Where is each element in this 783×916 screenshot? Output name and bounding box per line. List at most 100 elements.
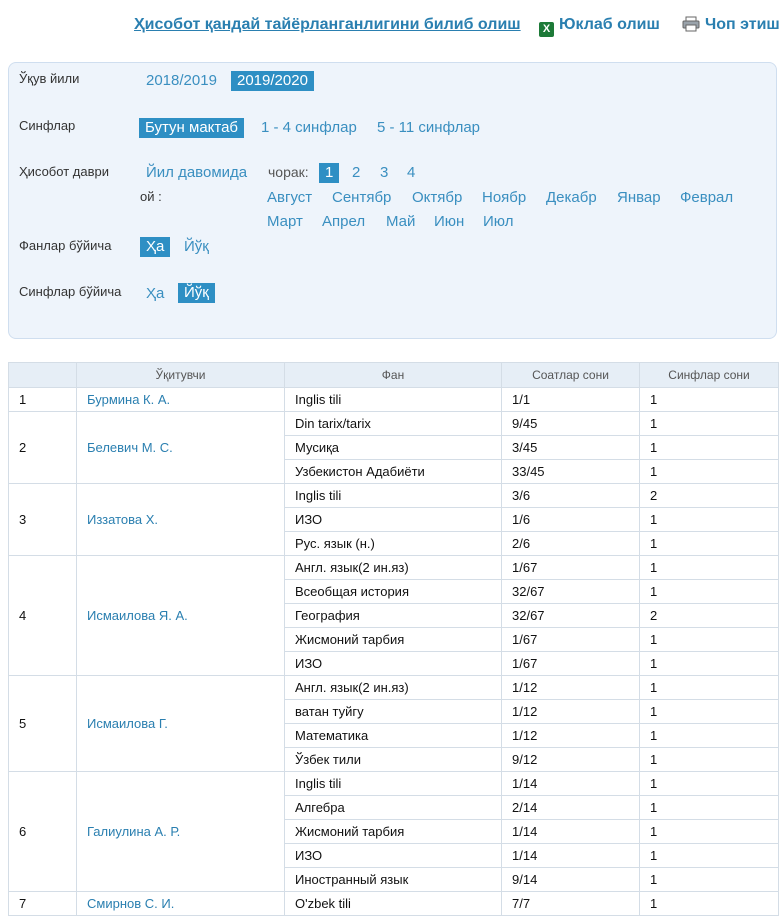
- classes-label: Синфлар: [19, 118, 76, 133]
- hours-cell: 1/6: [501, 507, 640, 532]
- hours-cell: 3/45: [501, 435, 640, 460]
- by-subject-no[interactable]: Йўқ: [184, 238, 209, 256]
- by-subject-yes-selected[interactable]: Ҳа: [140, 237, 171, 257]
- subject-cell: Ўзбек тили: [284, 747, 502, 772]
- row-number: 1: [8, 387, 77, 412]
- period-all-year[interactable]: Йил давомида: [146, 164, 247, 182]
- subject-cell: Din tarix/tarix: [284, 411, 502, 436]
- month-august[interactable]: Август: [267, 189, 312, 207]
- month-january[interactable]: Январ: [617, 189, 661, 207]
- quarter-3[interactable]: 3: [380, 164, 388, 182]
- month-february[interactable]: Феврал: [680, 189, 733, 207]
- classes-count-cell: 1: [639, 651, 779, 676]
- classes-option-5-11[interactable]: 5 - 11 синфлар: [377, 119, 480, 137]
- teacher-name-link[interactable]: Белевич М. С.: [76, 411, 285, 484]
- excel-icon: X: [539, 22, 554, 37]
- month-may[interactable]: Май: [386, 213, 415, 231]
- teacher-name-link[interactable]: Иззатова Х.: [76, 483, 285, 556]
- year-option-2018[interactable]: 2018/2019: [146, 72, 217, 90]
- subject-cell: ИЗО: [284, 843, 502, 868]
- hours-cell: 7/7: [501, 891, 640, 916]
- classes-option-1-4[interactable]: 1 - 4 синфлар: [261, 119, 357, 137]
- row-number: 3: [8, 483, 77, 556]
- by-class-yes[interactable]: Ҳа: [146, 285, 164, 303]
- classes-count-cell: 1: [639, 459, 779, 484]
- subject-cell: Иностранный язык: [284, 867, 502, 892]
- table-row: 7 Смирнов С. И. O'zbek tili 7/7 1: [8, 891, 779, 916]
- subject-cell: Inglis tili: [284, 387, 502, 412]
- classes-count-cell: 1: [639, 579, 779, 604]
- hours-cell: 1/12: [501, 699, 640, 724]
- classes-count-cell: 1: [639, 507, 779, 532]
- quarter-4[interactable]: 4: [407, 164, 415, 182]
- hours-cell: 1/67: [501, 627, 640, 652]
- row-number: 2: [8, 411, 77, 484]
- period-label: Ҳисобот даври: [19, 164, 109, 179]
- subject-cell: ИЗО: [284, 507, 502, 532]
- month-july[interactable]: Июл: [483, 213, 513, 231]
- month-september[interactable]: Сентябр: [332, 189, 391, 207]
- classes-count-cell: 1: [639, 843, 779, 868]
- month-march[interactable]: Март: [267, 213, 303, 231]
- classes-count-cell: 1: [639, 699, 779, 724]
- table-row: 6 Галиулина А. Р. Inglis tili 1/14 1: [8, 771, 779, 892]
- teacher-name-link[interactable]: Бурмина К. А.: [76, 387, 285, 412]
- subject-cell: Алгебра: [284, 795, 502, 820]
- col-header-teacher: Ўқитувчи: [76, 362, 285, 388]
- hours-cell: 2/14: [501, 795, 640, 820]
- year-label: Ўқув йили: [19, 71, 80, 86]
- teacher-name-link[interactable]: Галиулина А. Р.: [76, 771, 285, 892]
- month-label: ой :: [140, 189, 162, 204]
- month-december[interactable]: Декабр: [546, 189, 597, 207]
- hours-cell: 1/14: [501, 771, 640, 796]
- subject-cell: ИЗО: [284, 651, 502, 676]
- classes-count-cell: 1: [639, 891, 779, 916]
- printer-icon: [682, 16, 700, 32]
- table-row: 3 Иззатова Х. Inglis tili 3/6 2: [8, 483, 779, 556]
- col-header-classes: Синфлар сони: [639, 362, 779, 388]
- classes-count-cell: 1: [639, 723, 779, 748]
- subject-cell: Математика: [284, 723, 502, 748]
- row-number: 7: [8, 891, 77, 916]
- subject-cell: Мусиқа: [284, 435, 502, 460]
- teacher-name-link[interactable]: Смирнов С. И.: [76, 891, 285, 916]
- table-row: 1 Бурмина К. А. Inglis tili 1/1 1: [8, 387, 779, 412]
- print-link[interactable]: Чоп этиш: [682, 16, 780, 34]
- classes-count-cell: 1: [639, 435, 779, 460]
- print-label: Чоп этиш: [705, 16, 780, 33]
- classes-count-cell: 1: [639, 627, 779, 652]
- classes-option-whole-school[interactable]: Бутун мактаб: [139, 118, 245, 138]
- month-october[interactable]: Октябр: [412, 189, 462, 207]
- classes-count-cell: 1: [639, 555, 779, 580]
- subject-cell: География: [284, 603, 502, 628]
- table-header-row: Ўқитувчи Фан Соатлар сони Синфлар сони: [8, 362, 779, 388]
- subject-cell: O'zbek tili: [284, 891, 502, 916]
- report-info-link[interactable]: Ҳисобот қандай тайёрланганлигини билиб о…: [134, 16, 521, 34]
- hours-cell: 1/14: [501, 819, 640, 844]
- hours-cell: 1/1: [501, 387, 640, 412]
- classes-count-cell: 1: [639, 675, 779, 700]
- month-june[interactable]: Июн: [434, 213, 464, 231]
- quarter-1-selected[interactable]: 1: [319, 163, 340, 183]
- filters-panel: Ўқув йили 2018/2019 2019/2020 Синфлар Бу…: [8, 62, 777, 339]
- row-number: 4: [8, 555, 77, 676]
- subject-cell: Inglis tili: [284, 483, 502, 508]
- teacher-name-link[interactable]: Исмаилова Я. А.: [76, 555, 285, 676]
- teacher-name-link[interactable]: Исмаилова Г.: [76, 675, 285, 772]
- hours-cell: 1/12: [501, 723, 640, 748]
- month-april[interactable]: Апрел: [322, 213, 365, 231]
- month-november[interactable]: Ноябр: [482, 189, 526, 207]
- col-header-subject: Фан: [284, 362, 502, 388]
- subject-cell: Англ. язык(2 ин.яз): [284, 555, 502, 580]
- hours-cell: 1/12: [501, 675, 640, 700]
- table-body: 1 Бурмина К. А. Inglis tili 1/1 1 2 Белевич М.…: [8, 387, 779, 916]
- quarter-2[interactable]: 2: [352, 164, 360, 182]
- classes-count-cell: 1: [639, 771, 779, 796]
- hours-cell: 1/14: [501, 843, 640, 868]
- download-link[interactable]: X Юклаб олиш: [539, 16, 660, 37]
- subject-cell: Inglis tili: [284, 771, 502, 796]
- by-class-no-selected[interactable]: Йўқ: [178, 283, 215, 303]
- hours-cell: 3/6: [501, 483, 640, 508]
- teacher-report-table: Ўқитувчи Фан Соатлар сони Синфлар сони 1…: [8, 362, 779, 916]
- year-option-2019-selected[interactable]: 2019/2020: [231, 71, 314, 91]
